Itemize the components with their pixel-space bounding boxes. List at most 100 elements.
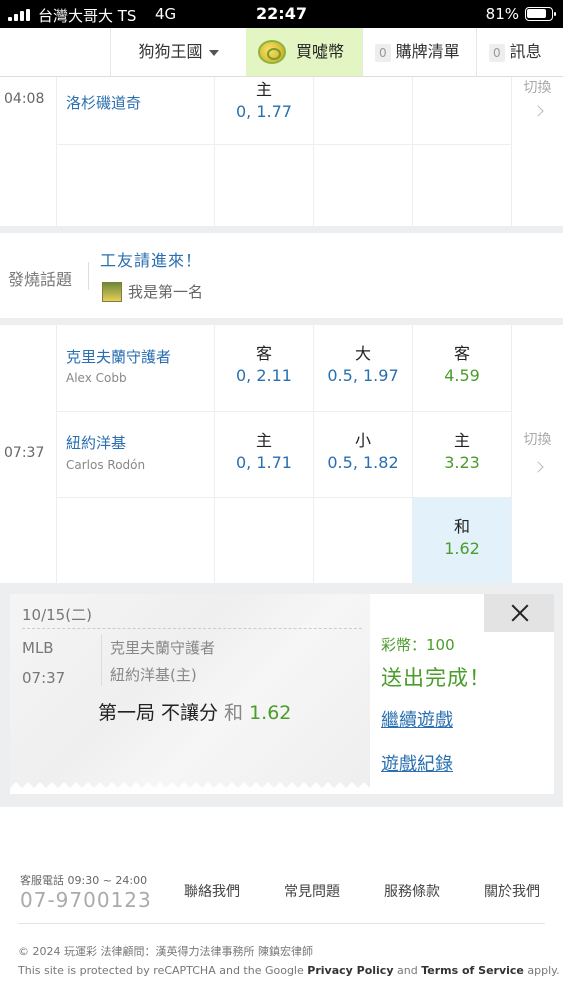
game1-team-cell: 洛杉磯道奇 [57,77,214,144]
game1-home-spread[interactable]: 主 0, 1.77 [215,77,313,144]
game-history-link[interactable]: 遊戲紀錄 [381,750,453,776]
odd-value: 1.62 [444,539,480,558]
divider [18,923,545,924]
terms-of-service-link[interactable]: Terms of Service [421,964,524,977]
coin-balance: 彩幣：100 [381,636,455,654]
home-spread-odd[interactable]: 主 0, 1.71 [215,412,313,497]
privacy-policy-link[interactable]: Privacy Policy [307,964,393,977]
recaptcha-notice: This site is protected by reCAPTCHA and … [18,964,560,977]
odd-label: 和 [453,517,470,536]
ticket-time: 07:37 [22,669,66,687]
chevron-right-icon [512,103,563,119]
odd-value: 0, 1.71 [236,453,292,472]
divider [101,634,102,686]
draw-odd-selected[interactable]: 和 1.62 [413,498,511,583]
odd-value: 3.23 [444,453,480,472]
bet-success-popup: 10/15(二) MLB 07:37 克里夫蘭守護者 紐約洋基(主) 第一局 不… [10,594,554,794]
ticket-bet-line: 第一局 不讓分和 1.62 [98,698,291,725]
odd-label: 主 [255,431,272,450]
home-team-name: 紐約洋基 [66,434,127,452]
status-bar: 台灣大哥大 TS 4G 22:47 81% [0,0,563,28]
kingdom-dropdown[interactable]: 狗狗王國 [110,28,246,76]
switch-label: 切換 [523,80,552,96]
ticket-date: 10/15(二) [22,606,92,624]
cart-button[interactable]: 0 購牌清單 [362,28,476,76]
game1-empty-cell [215,145,313,226]
topic-thumbnail-icon [102,282,122,302]
game2-time: 07:37 [4,445,45,461]
recaptcha-and: and [393,964,422,977]
away-pitcher: Alex Cobb [66,371,127,385]
game1-empty-cell [314,145,412,226]
odd-label: 主 [453,431,470,450]
divider [88,262,89,290]
game2-empty-cell [215,498,313,583]
messages-count-badge: 0 [489,43,505,62]
game1-empty-cell [413,145,511,226]
top-nav: 狗狗王國 買噓幣 0 購牌清單 0 訊息 [0,28,563,77]
odd-label: 大 [354,344,371,363]
ticket-team-2: 紐約洋基(主) [110,666,197,684]
home-moneyline-odd[interactable]: 主 3.23 [413,412,511,497]
messages-label: 訊息 [509,42,542,61]
ticket-bet-type: 第一局 不讓分 [98,702,219,724]
buy-coins-label: 買噓幣 [296,42,345,61]
odd-value: 0.5, 1.97 [327,366,399,385]
ticket-pick: 和 [224,702,244,724]
clock: 22:47 [256,4,307,23]
continue-game-link[interactable]: 繼續遊戲 [381,706,453,732]
hot-topic-link[interactable]: 工友請進來！ [100,247,202,271]
away-team-name: 克里夫蘭守護者 [66,348,172,366]
service-phone[interactable]: 07-9700123 [20,888,152,912]
odd-label: 客 [255,344,272,363]
game1-team: 洛杉磯道奇 [66,94,142,112]
game1-empty-cell [314,77,412,144]
switch-label: 切換 [523,432,552,448]
cart-count-badge: 0 [375,43,391,62]
game1-switch-button[interactable]: 切換 [512,77,563,226]
close-icon [510,603,530,623]
odd-label: 小 [354,431,371,450]
submit-success-text: 送出完成！ [381,666,491,690]
away-moneyline-odd[interactable]: 客 4.59 [413,325,511,411]
game2-empty-cell [314,498,412,583]
hot-topics-bar [0,233,563,318]
battery-percent: 81% [485,5,519,23]
ticket-league: MLB [22,639,54,657]
under-odd[interactable]: 小 0.5, 1.82 [314,412,412,497]
kingdom-label: 狗狗王國 [138,42,203,61]
footer-link-faq[interactable]: 常見問題 [284,881,340,901]
ticket-torn-edge [10,782,370,794]
ticket-team-1: 克里夫蘭守護者 [110,639,216,657]
ticket-odds: 1.62 [249,702,292,724]
away-spread-odd[interactable]: 客 0, 2.11 [215,325,313,411]
footer-link-terms[interactable]: 服務條款 [384,881,440,901]
home-pitcher: Carlos Rodón [66,458,146,472]
game1-empty-cell [413,77,511,144]
caret-down-icon [208,49,219,56]
game2-empty-cell [57,498,214,583]
hot-topic-subtitle[interactable]: 我是第一名 [128,281,203,302]
game2-time-cell: 07:37 [0,325,56,583]
game2-away-team-cell: 克里夫蘭守護者 Alex Cobb [57,325,214,411]
chevron-right-icon [512,459,563,475]
footer-link-contact[interactable]: 聯絡我們 [184,881,240,901]
messages-button[interactable]: 0 訊息 [476,28,563,76]
coin-icon [258,40,286,64]
odd-value: 4.59 [444,366,480,385]
odd-label: 客 [453,344,470,363]
game1-time-cell: 04:08 [0,77,56,226]
over-odd[interactable]: 大 0.5, 1.97 [314,325,412,411]
odd-value: 0.5, 1.82 [327,453,399,472]
odd-label: 主 [255,80,272,99]
service-hours-label: 客服電話 09:30 ~ 24:00 [20,874,148,887]
battery-icon [525,7,556,21]
close-button[interactable] [484,594,554,632]
hot-topics-label: 發燒話題 [8,270,73,289]
footer-link-about[interactable]: 關於我們 [484,881,540,901]
game1-time: 04:08 [4,91,45,107]
buy-coins-button[interactable]: 買噓幣 [246,28,362,76]
game1-empty-cell [57,145,214,226]
footer: 客服電話 09:30 ~ 24:00 07-9700123 聯絡我們 常見問題 … [0,808,563,1000]
game2-switch-button[interactable]: 切換 [512,325,563,583]
